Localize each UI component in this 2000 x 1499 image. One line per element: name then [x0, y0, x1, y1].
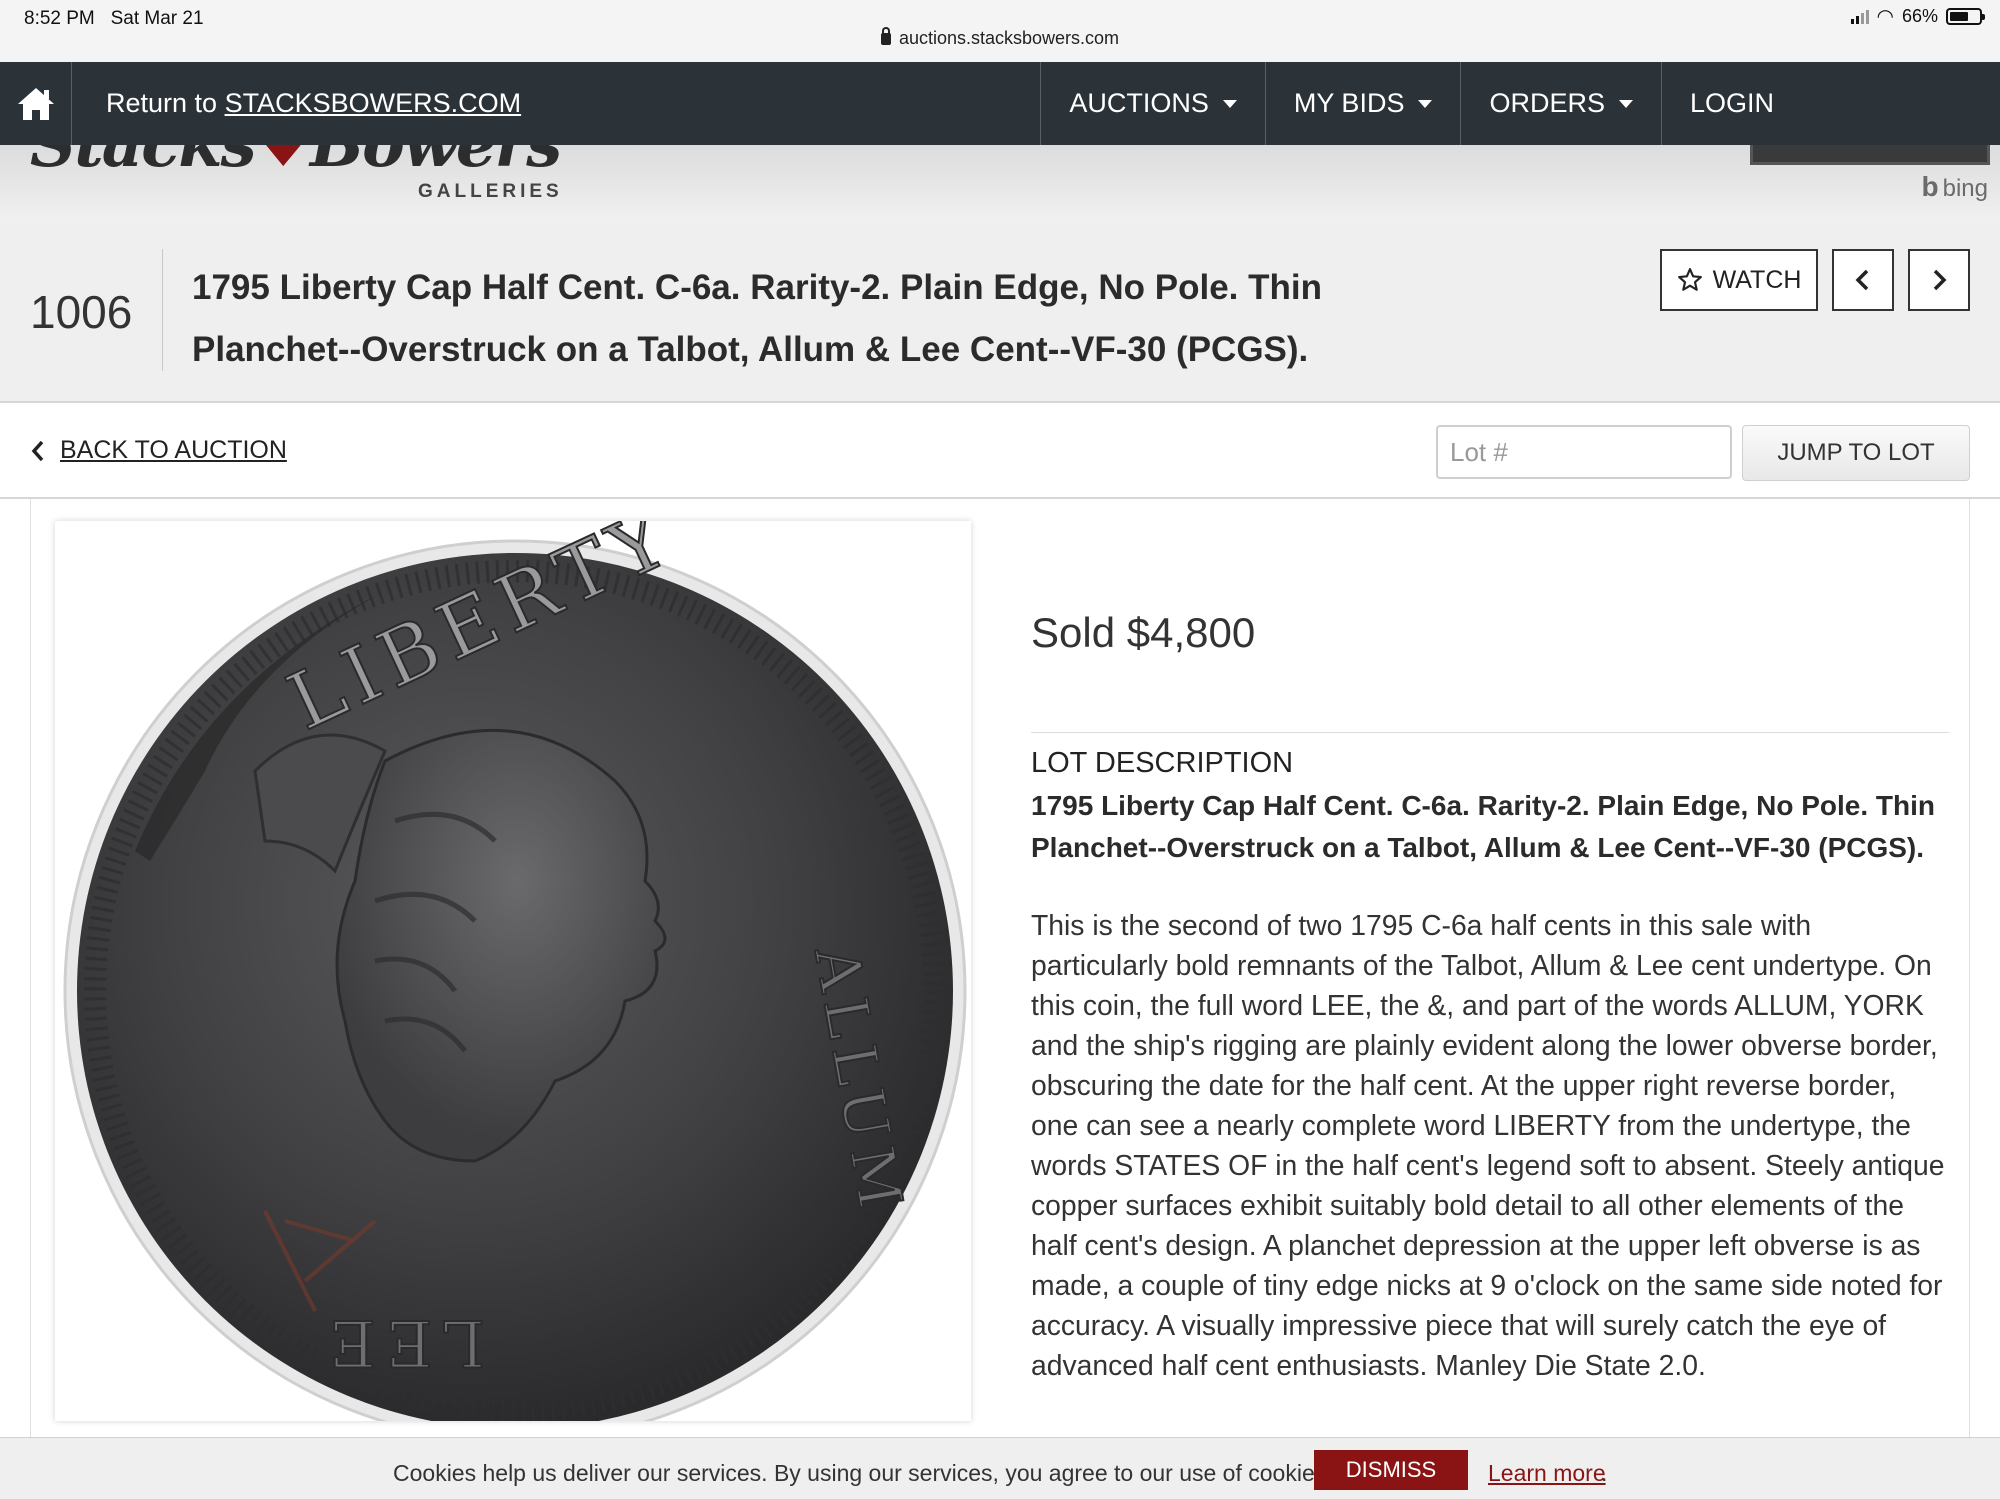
url-text: auctions.stacksbowers.com — [898, 28, 1120, 48]
lot-content: LIBERTY ALLUM LEE Sold $4,800 LOT DESCRI… — [30, 499, 1970, 1499]
logo-subtitle: GALLERIES — [418, 181, 563, 202]
logo-band: Stacks♥Bowers GALLERIES bbing — [0, 145, 2000, 223]
lot-number-input[interactable] — [1436, 425, 1732, 479]
nav-login[interactable]: LOGIN — [1660, 62, 2000, 145]
caret-down-icon — [1222, 99, 1237, 108]
lock-icon — [880, 27, 891, 45]
sold-price: Sold $4,800 — [1031, 609, 1256, 656]
punctuation: . — [1601, 1460, 1608, 1486]
top-navigation: Return to STACKSBOWERS.COM AUCTIONS MY B… — [0, 62, 2000, 145]
home-icon[interactable] — [0, 62, 72, 145]
signal-icon — [1850, 9, 1869, 24]
divider — [162, 249, 163, 371]
nav-my-bids[interactable]: MY BIDS — [1264, 62, 1461, 145]
cookie-banner: Cookies help us deliver our services. By… — [0, 1437, 2000, 1499]
nav-menu: AUCTIONS MY BIDS ORDERS LOGIN — [1040, 62, 2000, 145]
dismiss-button[interactable]: DISMISS — [1314, 1450, 1468, 1490]
caret-down-icon — [1418, 99, 1433, 108]
bing-icon: b — [1921, 171, 1939, 202]
watch-button[interactable]: WATCH — [1660, 249, 1818, 311]
back-to-auction-link[interactable]: BACK TO AUCTION — [30, 436, 287, 465]
caret-down-icon — [1618, 99, 1633, 108]
divider — [1031, 732, 1949, 733]
battery-fill — [1950, 12, 1969, 21]
coin-undertype-lee: LEE — [319, 1305, 485, 1379]
chevron-left-icon — [1855, 269, 1869, 291]
address-bar[interactable]: auctions.stacksbowers.com — [0, 27, 2000, 49]
status-bar: 8:52 PM Sat Mar 21 auctions.stacksbowers… — [0, 0, 2000, 62]
nav-orders[interactable]: ORDERS — [1460, 62, 1661, 145]
next-lot-button[interactable] — [1908, 249, 1970, 311]
coin-image[interactable]: LIBERTY ALLUM LEE — [55, 521, 971, 1421]
lot-title: 1795 Liberty Cap Half Cent. C-6a. Rarity… — [192, 268, 1322, 369]
description-label: LOT DESCRIPTION — [1031, 747, 1294, 779]
chevron-left-icon — [31, 440, 44, 461]
wifi-icon: ◠ — [1876, 5, 1894, 28]
lot-navigation-bar: BACK TO AUCTION JUMP TO LOT — [0, 403, 2000, 499]
chevron-right-icon — [1933, 269, 1947, 291]
status-indicators: ◠ 66% — [1850, 5, 1985, 28]
battery-percent: 66% — [1901, 6, 1938, 26]
bing-attribution: b bing — [1921, 171, 1988, 202]
lot-header: 1006 1795 Liberty Cap Half Cent. C-6a. R… — [0, 223, 2000, 403]
lot-number: 1006 — [30, 286, 133, 338]
description-title: 1795 Liberty Cap Half Cent. C-6a. Rarity… — [1031, 790, 1935, 863]
description-body: This is the second of two 1795 C-6a half… — [1031, 909, 1945, 1381]
star-icon — [1677, 268, 1702, 291]
learn-more-link[interactable]: Learn more — [1488, 1460, 1606, 1487]
translate-button[interactable] — [1750, 145, 1990, 165]
nav-auctions[interactable]: AUCTIONS — [1040, 62, 1265, 145]
return-to-site: Return to STACKSBOWERS.COM — [106, 88, 522, 118]
status-time: 8:52 PM Sat Mar 21 — [24, 8, 204, 29]
cookie-text: Cookies help us deliver our services. By… — [393, 1460, 1333, 1486]
battery-icon — [1946, 8, 1985, 25]
previous-lot-button[interactable] — [1832, 249, 1894, 311]
jump-to-lot-button[interactable]: JUMP TO LOT — [1742, 425, 1970, 481]
stacksbowers-link[interactable]: STACKSBOWERS.COM — [225, 88, 522, 118]
stacks-bowers-logo[interactable]: Stacks♥Bowers — [30, 145, 562, 182]
